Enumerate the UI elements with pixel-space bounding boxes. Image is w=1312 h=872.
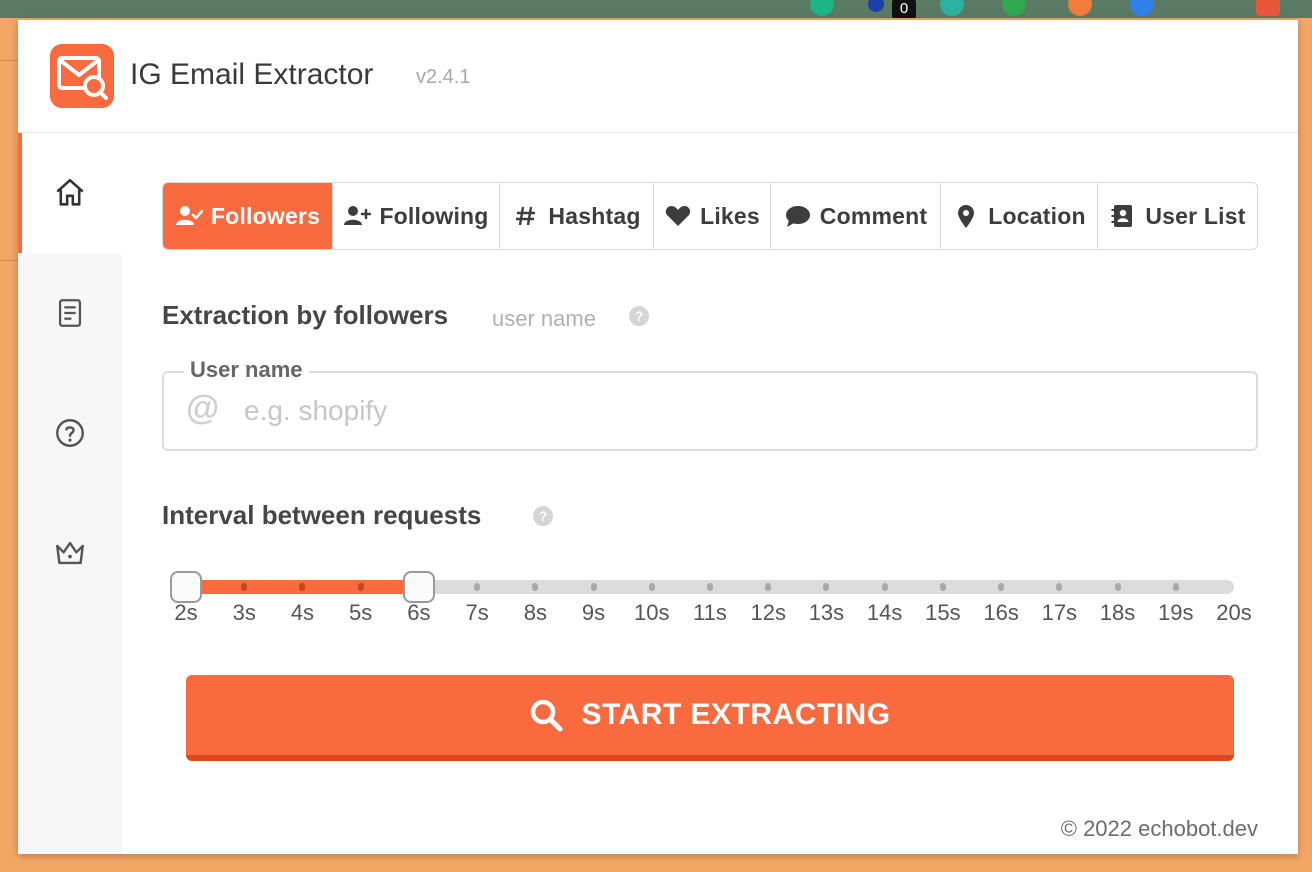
extension-icon[interactable]	[940, 0, 964, 16]
page-divider	[0, 260, 18, 261]
start-extracting-button[interactable]: START EXTRACTING	[186, 675, 1234, 761]
user-check-icon	[175, 206, 203, 225]
app-version: v2.4.1	[416, 66, 471, 88]
location-pin-icon	[958, 205, 975, 228]
sidebar-item-results[interactable]	[18, 253, 122, 373]
tab-hashtag[interactable]: Hashtag	[500, 183, 654, 249]
interval-slider-handle-max[interactable]	[402, 571, 435, 603]
source-tabs: Followers Following Hashtag Likes Commen…	[162, 182, 1258, 250]
slider-tick-label: 13s	[808, 600, 845, 625]
app-logo	[50, 44, 114, 108]
slider-tick	[1172, 583, 1179, 591]
popup-header: IG Email Extractor v2.4.1	[18, 20, 1298, 133]
sidebar-item-help[interactable]	[18, 373, 122, 493]
tab-label: User List	[1145, 202, 1246, 229]
slider-tick-label: 7s	[465, 600, 489, 625]
slider-tick	[707, 583, 713, 591]
extension-icon[interactable]	[1068, 0, 1092, 16]
tab-user-list[interactable]: User List	[1098, 183, 1257, 249]
tab-label: Followers	[210, 202, 321, 229]
slider-tick	[765, 583, 772, 591]
slider-tick	[1114, 583, 1121, 591]
tab-label: Location	[988, 202, 1086, 229]
page-divider	[0, 60, 18, 61]
slider-tick	[998, 583, 1005, 591]
username-field: User name @	[162, 357, 1258, 451]
heart-icon	[665, 206, 691, 226]
slider-tick	[474, 583, 481, 591]
slider-tick	[357, 583, 364, 591]
tab-label: Following	[379, 202, 489, 229]
tab-label: Hashtag	[548, 202, 641, 229]
tab-comment[interactable]: Comment	[771, 183, 941, 249]
browser-toolbar: 0	[0, 0, 1312, 18]
slider-tick-label: 14s	[866, 600, 903, 625]
slider-tick-label: 8s	[523, 600, 547, 625]
slider-tick-label: 18s	[1099, 600, 1136, 625]
contact-book-icon	[1111, 205, 1133, 227]
sidebar-item-home[interactable]	[18, 133, 122, 253]
question-circle-icon	[56, 419, 84, 447]
extraction-title: Extraction by followers	[162, 300, 449, 330]
crown-icon	[56, 541, 84, 565]
hash-icon	[516, 206, 536, 226]
document-icon	[58, 299, 82, 327]
slider-tick-label: 4s	[290, 600, 315, 625]
slider-tick-label: 10s	[634, 600, 670, 625]
interval-title: Interval between requests	[162, 500, 482, 530]
sidebar-item-premium[interactable]	[18, 493, 122, 613]
extraction-subtitle: user name	[492, 306, 596, 331]
tab-label: Likes	[700, 202, 760, 229]
extension-icon[interactable]	[868, 0, 884, 12]
search-icon	[531, 699, 563, 732]
sidebar	[18, 133, 122, 854]
extension-popup: IG Email Extractor v2.4.1 Followers Foll…	[18, 20, 1298, 854]
mail-search-icon	[57, 56, 108, 100]
slider-tick	[939, 583, 946, 591]
slider-tick-label: 5s	[349, 600, 373, 625]
tab-label: Comment	[819, 202, 928, 229]
help-icon[interactable]: ?	[629, 306, 649, 326]
tab-location[interactable]: Location	[941, 183, 1098, 249]
slider-tick	[881, 583, 888, 591]
slider-tick-label: 20s	[1216, 600, 1252, 625]
slider-tick-label: 2s	[174, 600, 198, 625]
start-extracting-label: START EXTRACTING	[581, 698, 891, 731]
copyright-footer: © 2022 echobot.dev	[1060, 816, 1258, 841]
username-input[interactable]	[244, 387, 1224, 435]
help-icon[interactable]: ?	[533, 506, 553, 526]
slider-tick-label: 15s	[925, 600, 961, 625]
at-icon: @	[186, 389, 220, 427]
active-extension-icon[interactable]	[1256, 0, 1280, 16]
tab-following[interactable]: Following	[333, 183, 500, 249]
comment-icon	[785, 206, 810, 227]
app-title: IG Email Extractor	[130, 58, 374, 91]
slider-tick-label: 6s	[407, 600, 431, 625]
slider-tick-label: 3s	[232, 600, 256, 625]
slider-tick-label: 12s	[750, 600, 786, 625]
slider-tick-label: 11s	[693, 600, 727, 625]
slider-tick	[590, 583, 597, 591]
slider-tick-label: 9s	[581, 600, 606, 625]
slider-tick-label: 17s	[1041, 600, 1078, 625]
slider-tick-label: 16s	[983, 600, 1019, 625]
extension-icon[interactable]	[1130, 0, 1154, 16]
tab-likes[interactable]: Likes	[654, 183, 771, 249]
tab-followers[interactable]: Followers	[163, 183, 333, 249]
home-icon	[56, 178, 84, 206]
username-label: User name	[184, 357, 309, 383]
slider-tick-label: 19s	[1158, 600, 1194, 625]
extension-badge: 0	[892, 0, 916, 18]
slider-tick	[648, 583, 655, 591]
extension-icon[interactable]	[810, 0, 834, 16]
extension-icon[interactable]	[1002, 0, 1026, 16]
interval-slider-handle-min[interactable]	[170, 571, 202, 603]
user-plus-icon	[344, 206, 372, 225]
slider-tick	[241, 583, 248, 591]
